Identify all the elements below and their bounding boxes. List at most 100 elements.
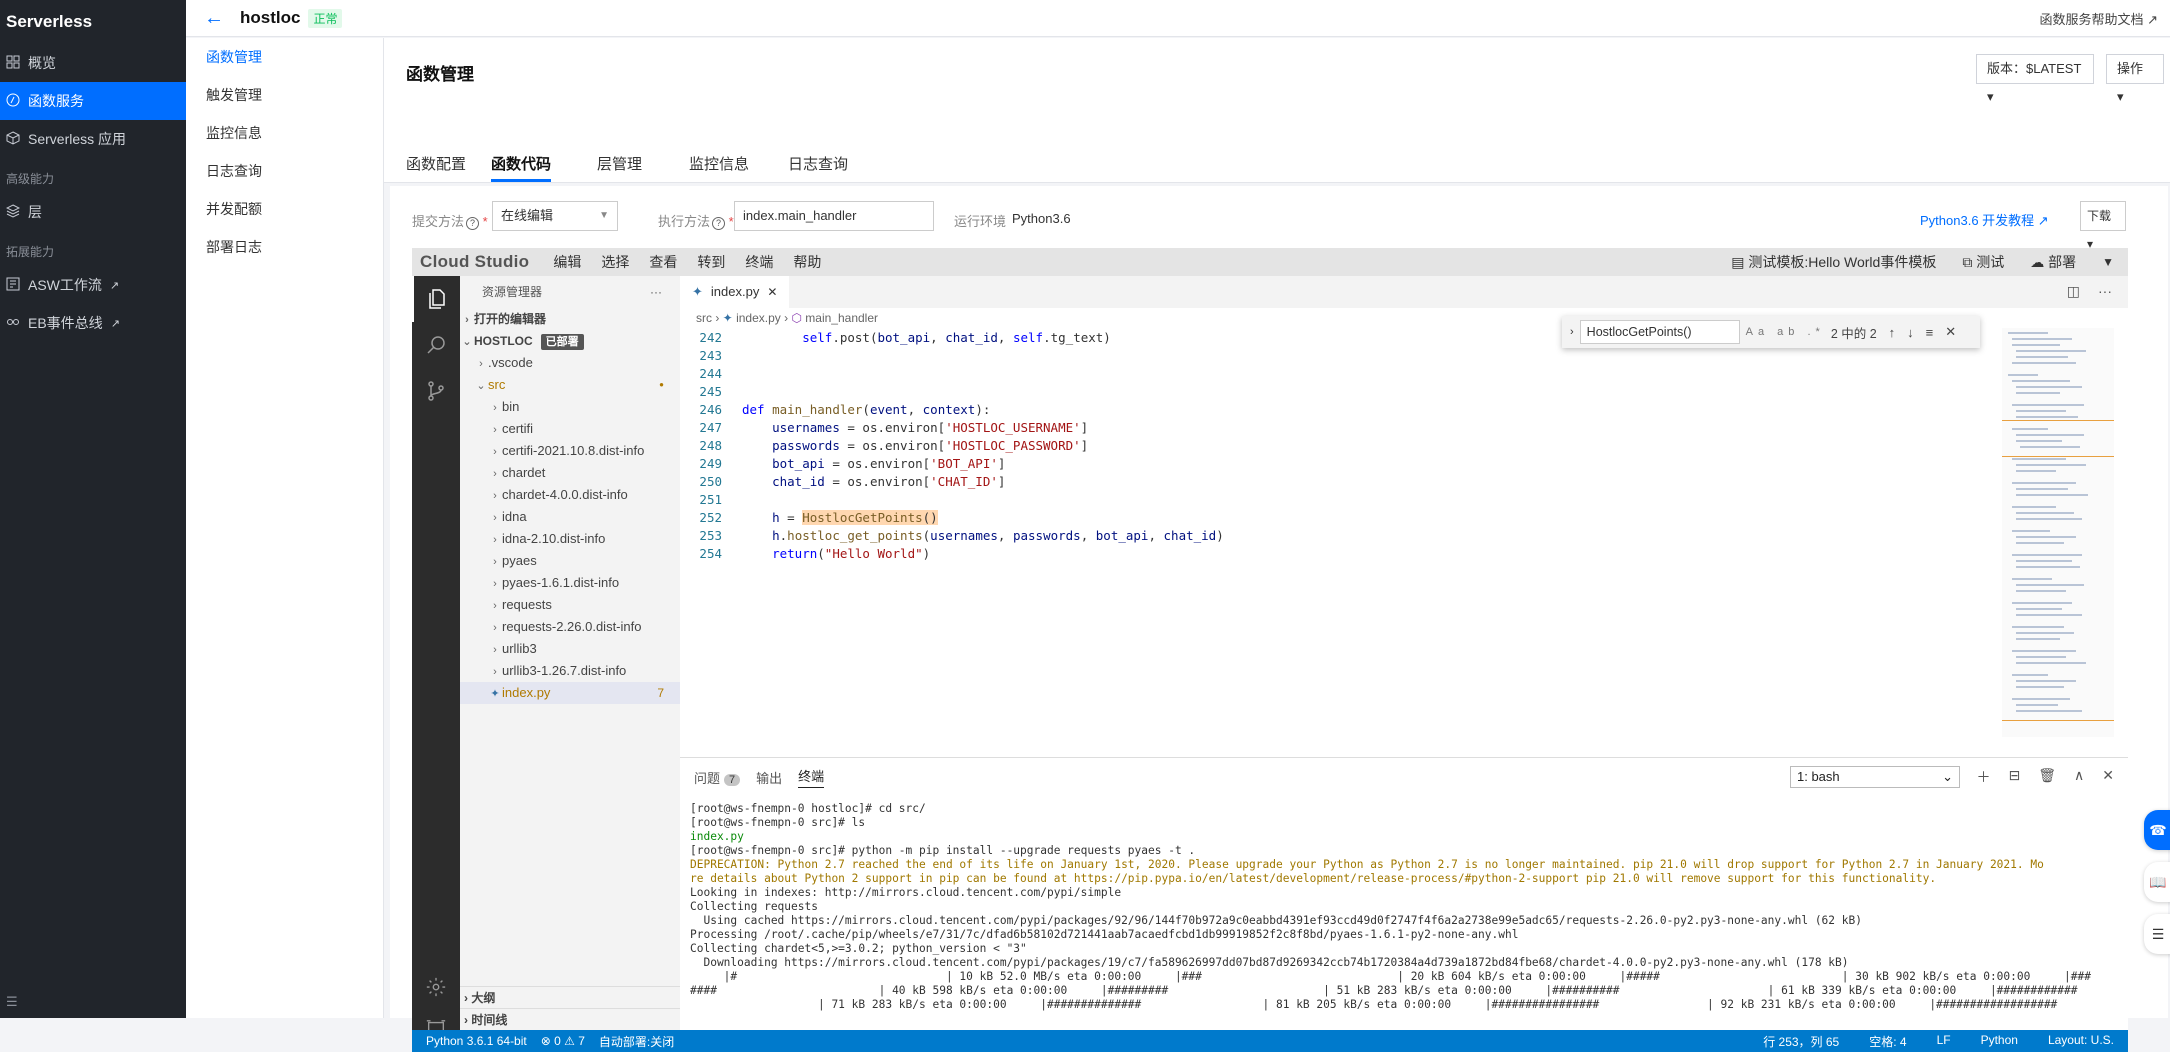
close-find-icon[interactable]: ✕ <box>1945 324 1956 340</box>
breadcrumb-file[interactable]: index.py <box>736 311 781 325</box>
code-line[interactable]: def main_handler(event, context): <box>742 402 990 417</box>
problems-indicator[interactable]: ⊗ 0 ⚠ 7 <box>541 1034 585 1048</box>
panel-tab-problems[interactable]: 问题7 <box>694 768 740 787</box>
subnav-item[interactable]: 日志查询 <box>186 152 383 190</box>
deploy-button[interactable]: ☁ 部署 <box>2030 252 2076 272</box>
split-editor-icon[interactable]: ◫ <box>2067 283 2080 300</box>
tree-item[interactable]: ›urllib3 <box>460 638 680 660</box>
download-button[interactable]: 下载 ▾ <box>2080 201 2126 231</box>
tree-item[interactable]: ›urllib3-1.26.7.dist-info <box>460 660 680 682</box>
tree-item[interactable]: ›pyaes-1.6.1.dist-info <box>460 572 680 594</box>
tree-item[interactable]: ›idna <box>460 506 680 528</box>
menu-item[interactable]: 帮助 <box>793 252 821 272</box>
tree-item[interactable]: ›chardet-4.0.0.dist-info <box>460 484 680 506</box>
nav-item-function[interactable]: 函数服务 <box>0 82 186 120</box>
outline-section[interactable]: › 大纲 <box>460 986 680 1008</box>
tree-item[interactable]: ›certifi-2021.10.8.dist-info <box>460 440 680 462</box>
tree-item[interactable]: ›certifi <box>460 418 680 440</box>
tree-item[interactable]: ›chardet <box>460 462 680 484</box>
nav-item-layers[interactable]: 层 <box>0 193 186 231</box>
tree-item[interactable]: ›requests <box>460 594 680 616</box>
test-button[interactable]: ⧉ 测试 <box>1962 252 2004 272</box>
menu-item[interactable]: 编辑 <box>553 252 581 272</box>
tab-3[interactable]: 监控信息 <box>689 148 749 182</box>
tree-item[interactable]: ›requests-2.26.0.dist-info <box>460 616 680 638</box>
nav-item-eventbus[interactable]: EB事件总线↗ <box>0 304 186 342</box>
language-mode[interactable]: Python <box>1981 1033 2018 1050</box>
python-interpreter[interactable]: Python 3.6.1 64-bit <box>426 1034 527 1048</box>
menu-item[interactable]: 转到 <box>697 252 725 272</box>
python-tutorial-link[interactable]: Python3.6 开发教程 ↗ <box>1920 210 2049 229</box>
subnav-item[interactable]: 监控信息 <box>186 114 383 152</box>
timeline-section[interactable]: › 时间线 <box>460 1008 680 1030</box>
menu-item[interactable]: 选择 <box>601 252 629 272</box>
subnav-item[interactable]: 并发配额 <box>186 190 383 228</box>
editor-tab-index-py[interactable]: ✦index.py✕ <box>680 276 789 308</box>
version-select[interactable]: 版本：$LATEST ▾ <box>1976 54 2094 84</box>
more-icon[interactable]: ··· <box>650 276 662 308</box>
tree-item[interactable]: ›bin <box>460 396 680 418</box>
tree-item[interactable]: ›.vscode <box>460 352 680 374</box>
previous-match-icon[interactable]: ↑ <box>1889 325 1896 340</box>
operations-button[interactable]: 操作 ▾ <box>2106 54 2164 84</box>
nav-item-grid[interactable]: 概览 <box>0 44 186 82</box>
list-icon[interactable]: ☰ <box>2144 914 2170 954</box>
breadcrumb-src[interactable]: src <box>696 311 712 325</box>
auto-deploy-status[interactable]: 自动部署:关闭 <box>599 1033 674 1050</box>
kill-terminal-icon[interactable]: 🗑 <box>2038 767 2056 787</box>
subnav-item[interactable]: 触发管理 <box>186 76 383 114</box>
find-options[interactable]: Aa ab .* <box>1746 326 1825 338</box>
explorer-icon[interactable] <box>412 276 460 322</box>
subnav-item[interactable]: 部署日志 <box>186 228 383 266</box>
close-panel-icon[interactable]: ✕ <box>2102 767 2114 787</box>
source-control-icon[interactable] <box>412 368 460 414</box>
tree-item[interactable]: ›pyaes <box>460 550 680 572</box>
cursor-position[interactable]: 行 253，列 65 <box>1763 1033 1839 1050</box>
split-terminal-icon[interactable]: ⊟ <box>2009 767 2021 787</box>
test-template-select[interactable]: ▤ 测试模板:Hello World事件模板 <box>1731 252 1936 272</box>
help-doc-link[interactable]: 函数服务帮助文档 ↗ <box>2039 9 2158 28</box>
nav-item-workflow[interactable]: ASW工作流↗ <box>0 266 186 304</box>
submit-method-select[interactable]: 在线编辑▼ <box>492 201 618 231</box>
tab-0[interactable]: 函数配置 <box>406 148 466 182</box>
handler-input[interactable]: index.main_handler <box>734 201 934 231</box>
tab-4[interactable]: 日志查询 <box>788 148 848 182</box>
tree-item[interactable]: ⌄src● <box>460 374 680 396</box>
tab-1[interactable]: 函数代码 <box>491 148 551 182</box>
help-icon[interactable]: ? <box>712 217 725 230</box>
panel-tab-output[interactable]: 输出 <box>756 768 782 787</box>
code-area[interactable]: 242 self.post(bot_api, chat_id, self.tg_… <box>680 328 1998 757</box>
code-line[interactable]: self.post(bot_api, chat_id, self.tg_text… <box>742 330 1111 345</box>
tree-item[interactable]: ›idna-2.10.dist-info <box>460 528 680 550</box>
next-match-icon[interactable]: ↓ <box>1907 325 1914 340</box>
breadcrumb-symbol[interactable]: main_handler <box>805 311 878 325</box>
code-line[interactable]: passwords = os.environ['HOSTLOC_PASSWORD… <box>742 438 1088 453</box>
ide-dropdown-icon[interactable]: ▼ <box>2102 255 2114 269</box>
code-line[interactable]: h.hostloc_get_points(usernames, password… <box>742 528 1224 543</box>
open-editors-section[interactable]: ›打开的编辑器 <box>460 308 680 330</box>
indentation[interactable]: 空格: 4 <box>1869 1033 1906 1050</box>
code-line[interactable]: usernames = os.environ['HOSTLOC_USERNAME… <box>742 420 1088 435</box>
panel-tab-terminal[interactable]: 终端 <box>798 766 824 788</box>
collapse-sidebar-icon[interactable]: ☰ <box>6 994 18 1010</box>
close-tab-icon[interactable]: ✕ <box>767 276 777 308</box>
tab-2[interactable]: 层管理 <box>597 148 642 182</box>
code-line[interactable]: return("Hello World") <box>742 546 930 561</box>
toggle-replace-icon[interactable]: › <box>1570 326 1574 338</box>
new-terminal-icon[interactable]: ＋ <box>1977 767 1991 787</box>
nav-item-cube[interactable]: Serverless 应用 <box>0 120 186 158</box>
root-folder[interactable]: ⌄HOSTLOC已部署 <box>460 330 680 352</box>
keyboard-layout[interactable]: Layout: U.S. <box>2048 1033 2114 1050</box>
minimap[interactable] <box>2002 328 2114 737</box>
menu-item[interactable]: 终端 <box>745 252 773 272</box>
support-headset-icon[interactable]: ☎ <box>2144 810 2170 850</box>
terminal-select[interactable]: 1: bash⌄ <box>1790 766 1960 788</box>
code-line[interactable]: h = HostlocGetPoints() <box>742 510 938 525</box>
code-line[interactable]: chat_id = os.environ['CHAT_ID'] <box>742 474 1005 489</box>
more-actions-icon[interactable]: ··· <box>2098 283 2112 300</box>
search-icon[interactable] <box>412 322 460 368</box>
menu-item[interactable]: 查看 <box>649 252 677 272</box>
find-input[interactable]: HostlocGetPoints() <box>1580 320 1740 344</box>
code-line[interactable]: bot_api = os.environ['BOT_API'] <box>742 456 1005 471</box>
settings-gear-icon[interactable] <box>412 964 460 1010</box>
